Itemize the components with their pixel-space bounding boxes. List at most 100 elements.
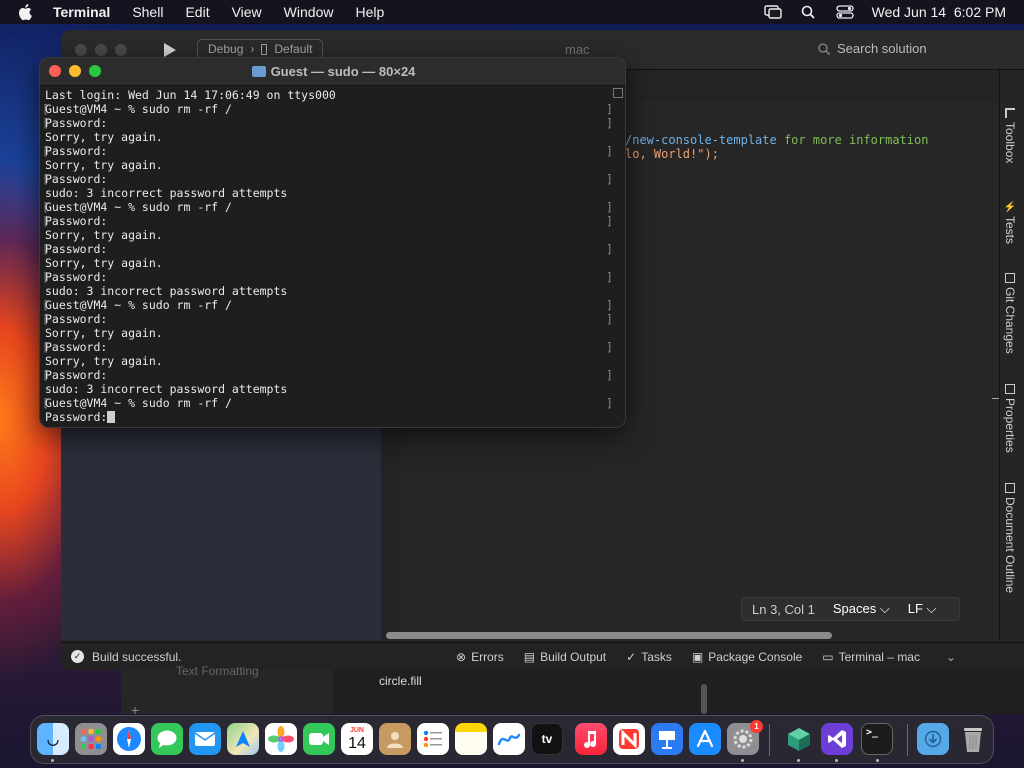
run-icon[interactable] <box>164 43 176 57</box>
facetime-icon[interactable] <box>303 723 335 755</box>
device-icon <box>261 43 268 55</box>
menu-clock[interactable]: Wed Jun 14 6:02 PM <box>872 4 1006 20</box>
package-console-tab[interactable]: ▣ Package Console <box>692 650 802 664</box>
package-console-icon: ▣ <box>691 649 704 664</box>
terminal-line: [Password:] <box>42 116 613 130</box>
visual-studio-logo-icon <box>828 730 846 748</box>
control-center-icon[interactable] <box>835 5 854 19</box>
apple-tv-icon[interactable]: tv <box>531 723 563 755</box>
running-indicator <box>835 759 838 762</box>
menu-view[interactable]: View <box>221 4 273 20</box>
ide-zoom-button[interactable] <box>115 44 127 56</box>
reminders-icon[interactable] <box>417 723 449 755</box>
checkmark-circle-icon: ✓ <box>71 650 84 663</box>
apple-menu-icon[interactable] <box>18 3 34 21</box>
downloads-folder-icon[interactable] <box>917 723 949 755</box>
run-configuration-selector[interactable]: Debug › Default <box>197 39 324 59</box>
cursor-position[interactable]: Ln 3, Col 1 <box>752 602 815 617</box>
app-store-icon[interactable] <box>689 723 721 755</box>
terminal-line: [Guest@VM4 ~ % sudo rm -rf /] <box>42 298 613 312</box>
indentation-selector[interactable]: Spaces ⌵ <box>833 601 890 617</box>
ide-close-button[interactable] <box>75 44 87 56</box>
mail-icon[interactable] <box>189 723 221 755</box>
system-settings-icon[interactable]: 1 <box>727 720 763 755</box>
map-arrow-icon <box>236 731 250 747</box>
menu-edit[interactable]: Edit <box>174 4 220 20</box>
freeform-icon[interactable] <box>493 723 525 755</box>
errors-icon: ⊗ <box>456 649 467 664</box>
speech-bubble-icon <box>157 730 177 748</box>
properties-tab-label: Properties <box>1003 398 1017 453</box>
chevron-down-icon[interactable]: ⌄ <box>946 650 956 664</box>
editor-horizontal-scrollbar[interactable] <box>386 632 832 639</box>
terminal-scroll-marker[interactable] <box>613 88 623 98</box>
terminal-prompt-line[interactable]: Password: <box>45 410 605 424</box>
running-indicator <box>876 759 879 762</box>
photos-icon[interactable] <box>265 723 297 755</box>
calendar-icon[interactable]: JUN 14 <box>341 723 373 755</box>
git-changes-tab[interactable]: Git Changes <box>1003 273 1017 354</box>
music-icon[interactable] <box>575 723 607 755</box>
dock-separator <box>907 724 908 756</box>
line-ending-selector[interactable]: LF ⌵ <box>908 601 937 617</box>
menu-window[interactable]: Window <box>273 4 345 20</box>
document-outline-tab[interactable]: Document Outline <box>1003 483 1017 593</box>
code-line-1-link: /new-console-template <box>625 133 777 147</box>
right-tool-strip: Toolbox ⚡ Tests Git Changes Properties D… <box>999 70 1024 640</box>
terminal-line-text: Password: <box>45 242 108 256</box>
person-icon <box>387 732 403 748</box>
video-camera-icon <box>309 733 329 745</box>
screen-mirroring-icon[interactable] <box>763 5 782 19</box>
errors-tab[interactable]: ⊗ Errors <box>456 650 504 664</box>
search-solution-field[interactable]: Search solution <box>817 41 927 56</box>
messages-icon[interactable] <box>151 723 183 755</box>
search-solution-placeholder: Search solution <box>837 41 927 56</box>
visual-studio-icon[interactable] <box>821 723 853 755</box>
terminal-title-text: Guest — sudo — 80×24 <box>270 64 416 79</box>
trash-icon[interactable] <box>957 723 989 755</box>
terminal-line: Sorry, try again. <box>45 228 163 242</box>
finder-icon[interactable]: ◡ <box>37 723 69 755</box>
download-arrow-icon <box>924 730 942 748</box>
tasks-tab[interactable]: ✓ Tasks <box>626 650 672 664</box>
terminal-tab-label: Terminal – mac <box>838 649 920 664</box>
chevron-right-icon: › <box>250 42 255 56</box>
launchpad-icon[interactable] <box>75 723 107 755</box>
properties-tab[interactable]: Properties <box>1003 384 1017 453</box>
terminal-title: Guest — sudo — 80×24 <box>40 64 625 79</box>
ide-minimize-button[interactable] <box>95 44 107 56</box>
menu-app-name[interactable]: Terminal <box>42 4 121 20</box>
checklist-icon <box>423 730 442 748</box>
tasks-tab-label: Tasks <box>641 649 672 664</box>
terminal-app-icon[interactable]: >_ <box>861 723 893 755</box>
code-line-1: /new-console-template for more informati… <box>625 133 928 147</box>
menu-help[interactable]: Help <box>344 4 395 20</box>
git-changes-tab-label: Git Changes <box>1003 287 1017 354</box>
flask-icon: ⚡ <box>1004 200 1016 213</box>
tasks-icon: ✓ <box>626 649 637 664</box>
terminal-output[interactable]: Last login: Wed Jun 14 17:06:49 on ttys0… <box>42 88 613 424</box>
notes-icon[interactable] <box>455 723 487 755</box>
build-output-tab[interactable]: ▤ Build Output <box>524 650 606 664</box>
terminal-line-text: Guest@VM4 ~ % sudo rm -rf / <box>45 396 232 410</box>
contacts-icon[interactable] <box>379 723 411 755</box>
safari-icon[interactable] <box>113 723 145 755</box>
terminal-line-text: Guest@VM4 ~ % sudo rm -rf / <box>45 298 232 312</box>
menu-shell[interactable]: Shell <box>121 4 174 20</box>
terminal-titlebar[interactable]: Guest — sudo — 80×24 <box>40 58 625 86</box>
background-window-strip: Text Formatting + circle.fill <box>121 664 1024 718</box>
keynote-icon[interactable] <box>651 723 683 755</box>
maps-icon[interactable] <box>227 723 259 755</box>
news-icon[interactable] <box>613 723 645 755</box>
tests-tab[interactable]: ⚡ Tests <box>1003 200 1017 244</box>
terminal-window[interactable]: Guest — sudo — 80×24 Last login: Wed Jun… <box>39 57 626 428</box>
terminal-line-text: Password: <box>45 312 108 326</box>
dotnet-app-icon[interactable] <box>783 723 815 755</box>
toolbox-tab[interactable]: Toolbox <box>1003 108 1017 163</box>
spotlight-search-icon[interactable] <box>800 5 818 19</box>
configuration-label: Debug <box>208 42 244 56</box>
background-sidebar-item: Text Formatting <box>176 664 259 678</box>
terminal-line: Sorry, try again. <box>45 354 163 368</box>
dock-separator <box>769 724 770 756</box>
terminal-tab[interactable]: ▭ Terminal – mac <box>822 650 920 664</box>
